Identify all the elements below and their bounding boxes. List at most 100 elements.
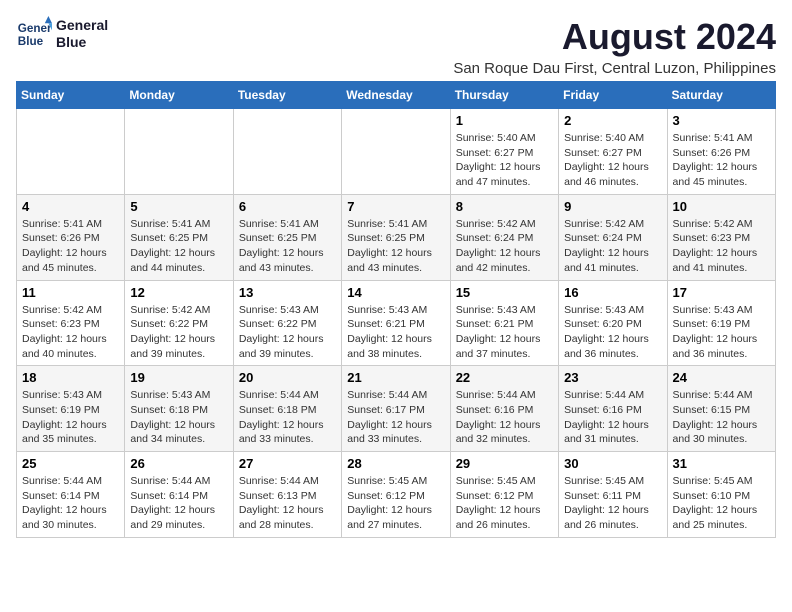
day-info: Sunrise: 5:45 AM Sunset: 6:12 PM Dayligh…	[347, 474, 444, 533]
day-cell: 5Sunrise: 5:41 AM Sunset: 6:25 PM Daylig…	[125, 194, 233, 280]
week-row-1: 1 Sunrise: 5:40 AM Sunset: 6:27 PM Daylig…	[17, 109, 776, 195]
day-cell: 13 Sunrise: 5:43 AM Sunset: 6:22 PM Dayli…	[233, 280, 341, 366]
day-number: 26	[130, 456, 227, 471]
svg-text:Blue: Blue	[18, 35, 44, 48]
day-cell: 26 Sunrise: 5:44 AM Sunset: 6:14 PM Dayli…	[125, 452, 233, 538]
day-cell: 16 Sunrise: 5:43 AM Sunset: 6:20 PM Dayli…	[559, 280, 667, 366]
day-number: 11	[22, 285, 119, 300]
day-number: 7	[347, 199, 444, 214]
day-info: Sunrise: 5:41 AM Sunset: 6:25 PM Dayligh…	[239, 217, 336, 276]
header-cell-thursday: Thursday	[450, 82, 558, 109]
day-info: Sunrise: 5:41 AM Sunset: 6:25 PM Dayligh…	[347, 217, 444, 276]
day-info: Sunrise: 5:44 AM Sunset: 6:17 PM Dayligh…	[347, 388, 444, 447]
day-info: Sunrise: 5:42 AM Sunset: 6:23 PM Dayligh…	[673, 217, 770, 276]
day-cell: 27 Sunrise: 5:44 AM Sunset: 6:13 PM Dayli…	[233, 452, 341, 538]
day-number: 17	[673, 285, 770, 300]
day-info: Sunrise: 5:43 AM Sunset: 6:19 PM Dayligh…	[22, 388, 119, 447]
day-info: Sunrise: 5:43 AM Sunset: 6:20 PM Dayligh…	[564, 303, 661, 362]
day-info: Sunrise: 5:42 AM Sunset: 6:23 PM Dayligh…	[22, 303, 119, 362]
day-cell: 22Sunrise: 5:44 AM Sunset: 6:16 PM Dayli…	[450, 366, 558, 452]
day-info: Sunrise: 5:45 AM Sunset: 6:11 PM Dayligh…	[564, 474, 661, 533]
day-number: 25	[22, 456, 119, 471]
day-info: Sunrise: 5:41 AM Sunset: 6:25 PM Dayligh…	[130, 217, 227, 276]
subtitle: San Roque Dau First, Central Luzon, Phil…	[453, 60, 776, 77]
logo: General Blue General Blue	[16, 16, 108, 52]
day-number: 8	[456, 199, 553, 214]
header-cell-tuesday: Tuesday	[233, 82, 341, 109]
day-cell: 2Sunrise: 5:40 AM Sunset: 6:27 PM Daylig…	[559, 109, 667, 195]
title-block: August 2024 San Roque Dau First, Central…	[453, 16, 776, 77]
day-number: 30	[564, 456, 661, 471]
day-info: Sunrise: 5:44 AM Sunset: 6:18 PM Dayligh…	[239, 388, 336, 447]
header-row: SundayMondayTuesdayWednesdayThursdayFrid…	[17, 82, 776, 109]
day-number: 19	[130, 370, 227, 385]
day-cell: 8 Sunrise: 5:42 AM Sunset: 6:24 PM Daylig…	[450, 194, 558, 280]
day-cell: 9 Sunrise: 5:42 AM Sunset: 6:24 PM Daylig…	[559, 194, 667, 280]
calendar-header: SundayMondayTuesdayWednesdayThursdayFrid…	[17, 82, 776, 109]
day-cell	[342, 109, 450, 195]
day-cell: 20 Sunrise: 5:44 AM Sunset: 6:18 PM Dayli…	[233, 366, 341, 452]
day-info: Sunrise: 5:45 AM Sunset: 6:10 PM Dayligh…	[673, 474, 770, 533]
day-cell: 10 Sunrise: 5:42 AM Sunset: 6:23 PM Dayli…	[667, 194, 775, 280]
day-number: 16	[564, 285, 661, 300]
day-info: Sunrise: 5:43 AM Sunset: 6:21 PM Dayligh…	[456, 303, 553, 362]
logo-text-line1: General	[56, 17, 108, 34]
day-cell: 28 Sunrise: 5:45 AM Sunset: 6:12 PM Dayli…	[342, 452, 450, 538]
day-cell: 25 Sunrise: 5:44 AM Sunset: 6:14 PM Dayli…	[17, 452, 125, 538]
day-cell: 7 Sunrise: 5:41 AM Sunset: 6:25 PM Daylig…	[342, 194, 450, 280]
week-row-4: 18 Sunrise: 5:43 AM Sunset: 6:19 PM Dayli…	[17, 366, 776, 452]
day-info: Sunrise: 5:44 AM Sunset: 6:13 PM Dayligh…	[239, 474, 336, 533]
day-number: 14	[347, 285, 444, 300]
day-cell: 14 Sunrise: 5:43 AM Sunset: 6:21 PM Dayli…	[342, 280, 450, 366]
day-cell: 12Sunrise: 5:42 AM Sunset: 6:22 PM Dayli…	[125, 280, 233, 366]
day-cell: 31 Sunrise: 5:45 AM Sunset: 6:10 PM Dayli…	[667, 452, 775, 538]
day-cell: 23 Sunrise: 5:44 AM Sunset: 6:16 PM Dayli…	[559, 366, 667, 452]
week-row-3: 11 Sunrise: 5:42 AM Sunset: 6:23 PM Dayli…	[17, 280, 776, 366]
day-info: Sunrise: 5:45 AM Sunset: 6:12 PM Dayligh…	[456, 474, 553, 533]
day-info: Sunrise: 5:44 AM Sunset: 6:14 PM Dayligh…	[130, 474, 227, 533]
header-cell-saturday: Saturday	[667, 82, 775, 109]
week-row-2: 4Sunrise: 5:41 AM Sunset: 6:26 PM Daylig…	[17, 194, 776, 280]
day-cell: 24 Sunrise: 5:44 AM Sunset: 6:15 PM Dayli…	[667, 366, 775, 452]
header-cell-wednesday: Wednesday	[342, 82, 450, 109]
day-cell: 29 Sunrise: 5:45 AM Sunset: 6:12 PM Dayli…	[450, 452, 558, 538]
day-number: 9	[564, 199, 661, 214]
day-info: Sunrise: 5:44 AM Sunset: 6:15 PM Dayligh…	[673, 388, 770, 447]
day-info: Sunrise: 5:43 AM Sunset: 6:19 PM Dayligh…	[673, 303, 770, 362]
day-cell: 21 Sunrise: 5:44 AM Sunset: 6:17 PM Dayli…	[342, 366, 450, 452]
day-number: 31	[673, 456, 770, 471]
day-cell: 11 Sunrise: 5:42 AM Sunset: 6:23 PM Dayli…	[17, 280, 125, 366]
header-cell-sunday: Sunday	[17, 82, 125, 109]
calendar-body: 1 Sunrise: 5:40 AM Sunset: 6:27 PM Daylig…	[17, 109, 776, 538]
week-row-5: 25 Sunrise: 5:44 AM Sunset: 6:14 PM Dayli…	[17, 452, 776, 538]
day-number: 28	[347, 456, 444, 471]
day-cell: 3Sunrise: 5:41 AM Sunset: 6:26 PM Daylig…	[667, 109, 775, 195]
day-number: 21	[347, 370, 444, 385]
header-cell-friday: Friday	[559, 82, 667, 109]
day-number: 6	[239, 199, 336, 214]
header: General Blue General Blue August 2024 Sa…	[16, 16, 776, 77]
day-number: 18	[22, 370, 119, 385]
main-title: August 2024	[453, 16, 776, 58]
day-info: Sunrise: 5:43 AM Sunset: 6:21 PM Dayligh…	[347, 303, 444, 362]
header-cell-monday: Monday	[125, 82, 233, 109]
day-info: Sunrise: 5:41 AM Sunset: 6:26 PM Dayligh…	[22, 217, 119, 276]
day-info: Sunrise: 5:42 AM Sunset: 6:24 PM Dayligh…	[456, 217, 553, 276]
day-cell: 15 Sunrise: 5:43 AM Sunset: 6:21 PM Dayli…	[450, 280, 558, 366]
day-number: 24	[673, 370, 770, 385]
day-number: 1	[456, 113, 553, 128]
day-info: Sunrise: 5:44 AM Sunset: 6:16 PM Dayligh…	[564, 388, 661, 447]
day-number: 15	[456, 285, 553, 300]
day-info: Sunrise: 5:44 AM Sunset: 6:14 PM Dayligh…	[22, 474, 119, 533]
day-info: Sunrise: 5:43 AM Sunset: 6:22 PM Dayligh…	[239, 303, 336, 362]
day-number: 29	[456, 456, 553, 471]
day-number: 27	[239, 456, 336, 471]
day-number: 23	[564, 370, 661, 385]
day-number: 3	[673, 113, 770, 128]
day-number: 13	[239, 285, 336, 300]
day-number: 20	[239, 370, 336, 385]
day-number: 10	[673, 199, 770, 214]
day-info: Sunrise: 5:42 AM Sunset: 6:24 PM Dayligh…	[564, 217, 661, 276]
calendar-table: SundayMondayTuesdayWednesdayThursdayFrid…	[16, 81, 776, 538]
day-info: Sunrise: 5:40 AM Sunset: 6:27 PM Dayligh…	[456, 131, 553, 190]
